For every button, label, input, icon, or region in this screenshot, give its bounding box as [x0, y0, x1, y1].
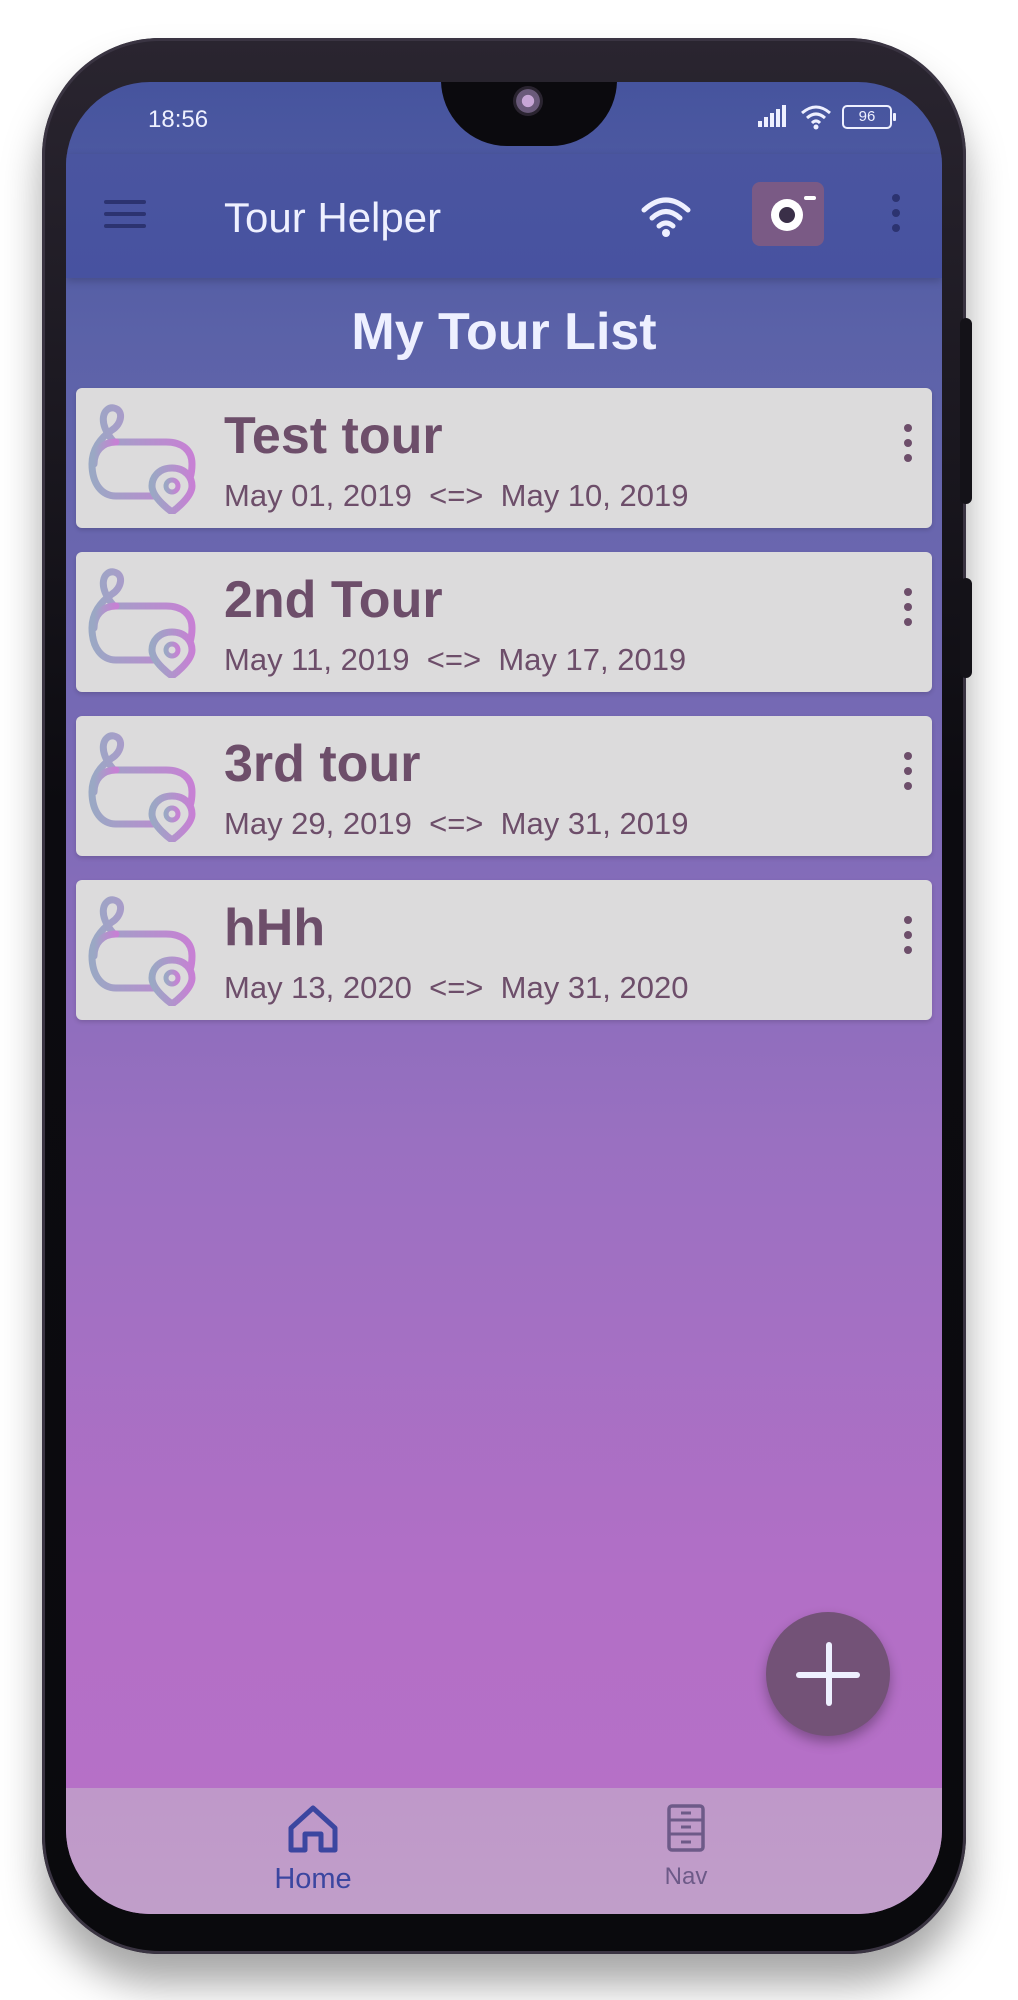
tour-list: Test tour May 01, 2019 <=> May 10, 2019 …: [76, 388, 932, 1044]
volume-button: [960, 578, 972, 678]
tour-dates: May 29, 2019 <=> May 31, 2019: [224, 806, 689, 842]
tour-name: 3rd tour: [224, 735, 421, 793]
date-separator: <=>: [426, 642, 482, 677]
battery-level: 96: [858, 108, 876, 125]
nav-item-home[interactable]: Home: [213, 1802, 413, 1896]
map-route-icon: [88, 732, 196, 842]
tour-start-date: May 13, 2020: [224, 970, 412, 1005]
tour-dates: May 13, 2020 <=> May 31, 2020: [224, 970, 689, 1006]
app-title: Tour Helper: [224, 194, 442, 241]
screen: 18:56 96 Tour Helper My Tour List Test t…: [66, 82, 942, 1914]
menu-icon[interactable]: [104, 200, 146, 232]
tour-dates: May 11, 2019 <=> May 17, 2019: [224, 642, 686, 678]
bottom-nav: Home Nav: [66, 1788, 942, 1914]
tour-row[interactable]: 3rd tour May 29, 2019 <=> May 31, 2019: [76, 716, 932, 856]
tour-row[interactable]: 2nd Tour May 11, 2019 <=> May 17, 2019: [76, 552, 932, 692]
tour-start-date: May 29, 2019: [224, 806, 412, 841]
tour-end-date: May 10, 2019: [500, 478, 689, 513]
signal-icon: [758, 105, 786, 127]
wifi-icon[interactable]: [641, 194, 691, 240]
tour-start-date: May 11, 2019: [224, 642, 410, 677]
row-more-vert-icon[interactable]: [896, 752, 920, 812]
tour-dates: May 01, 2019 <=> May 10, 2019: [224, 478, 689, 514]
date-separator: <=>: [429, 970, 484, 1005]
tour-end-date: May 31, 2020: [500, 970, 689, 1005]
tour-name: hHh: [224, 899, 326, 957]
nav-item-nav[interactable]: Nav: [586, 1802, 786, 1891]
app-bar: Tour Helper: [66, 154, 942, 278]
camera-flash: [804, 196, 816, 200]
row-more-vert-icon[interactable]: [896, 424, 920, 484]
home-icon: [288, 1805, 338, 1853]
status-icons: 96: [756, 104, 896, 130]
power-button: [960, 318, 972, 504]
battery-icon: 96: [842, 105, 896, 129]
row-more-vert-icon[interactable]: [896, 588, 920, 648]
map-route-icon: [88, 568, 196, 678]
front-camera: [513, 86, 543, 116]
more-vert-icon[interactable]: [886, 194, 906, 240]
wifi-status-icon: [801, 105, 831, 130]
map-route-icon: [88, 896, 196, 1006]
page-title: My Tour List: [351, 303, 657, 361]
row-more-vert-icon[interactable]: [896, 916, 920, 976]
camera-icon[interactable]: [752, 182, 824, 246]
add-tour-button[interactable]: [766, 1612, 890, 1736]
date-separator: <=>: [429, 806, 484, 841]
cabinet-icon: [667, 1804, 705, 1852]
status-time: 18:56: [148, 106, 209, 133]
tour-row[interactable]: hHh May 13, 2020 <=> May 31, 2020: [76, 880, 932, 1020]
tour-name: Test tour: [224, 407, 443, 465]
map-route-icon: [88, 404, 196, 514]
tour-start-date: May 01, 2019: [224, 478, 412, 513]
tour-end-date: May 17, 2019: [498, 642, 687, 677]
nav-label: Home: [274, 1863, 352, 1895]
nav-label: Nav: [664, 1863, 708, 1890]
camera-lens: [771, 199, 803, 231]
tour-end-date: May 31, 2019: [500, 806, 689, 841]
date-separator: <=>: [429, 478, 484, 513]
tour-row[interactable]: Test tour May 01, 2019 <=> May 10, 2019: [76, 388, 932, 528]
tour-name: 2nd Tour: [224, 571, 443, 629]
